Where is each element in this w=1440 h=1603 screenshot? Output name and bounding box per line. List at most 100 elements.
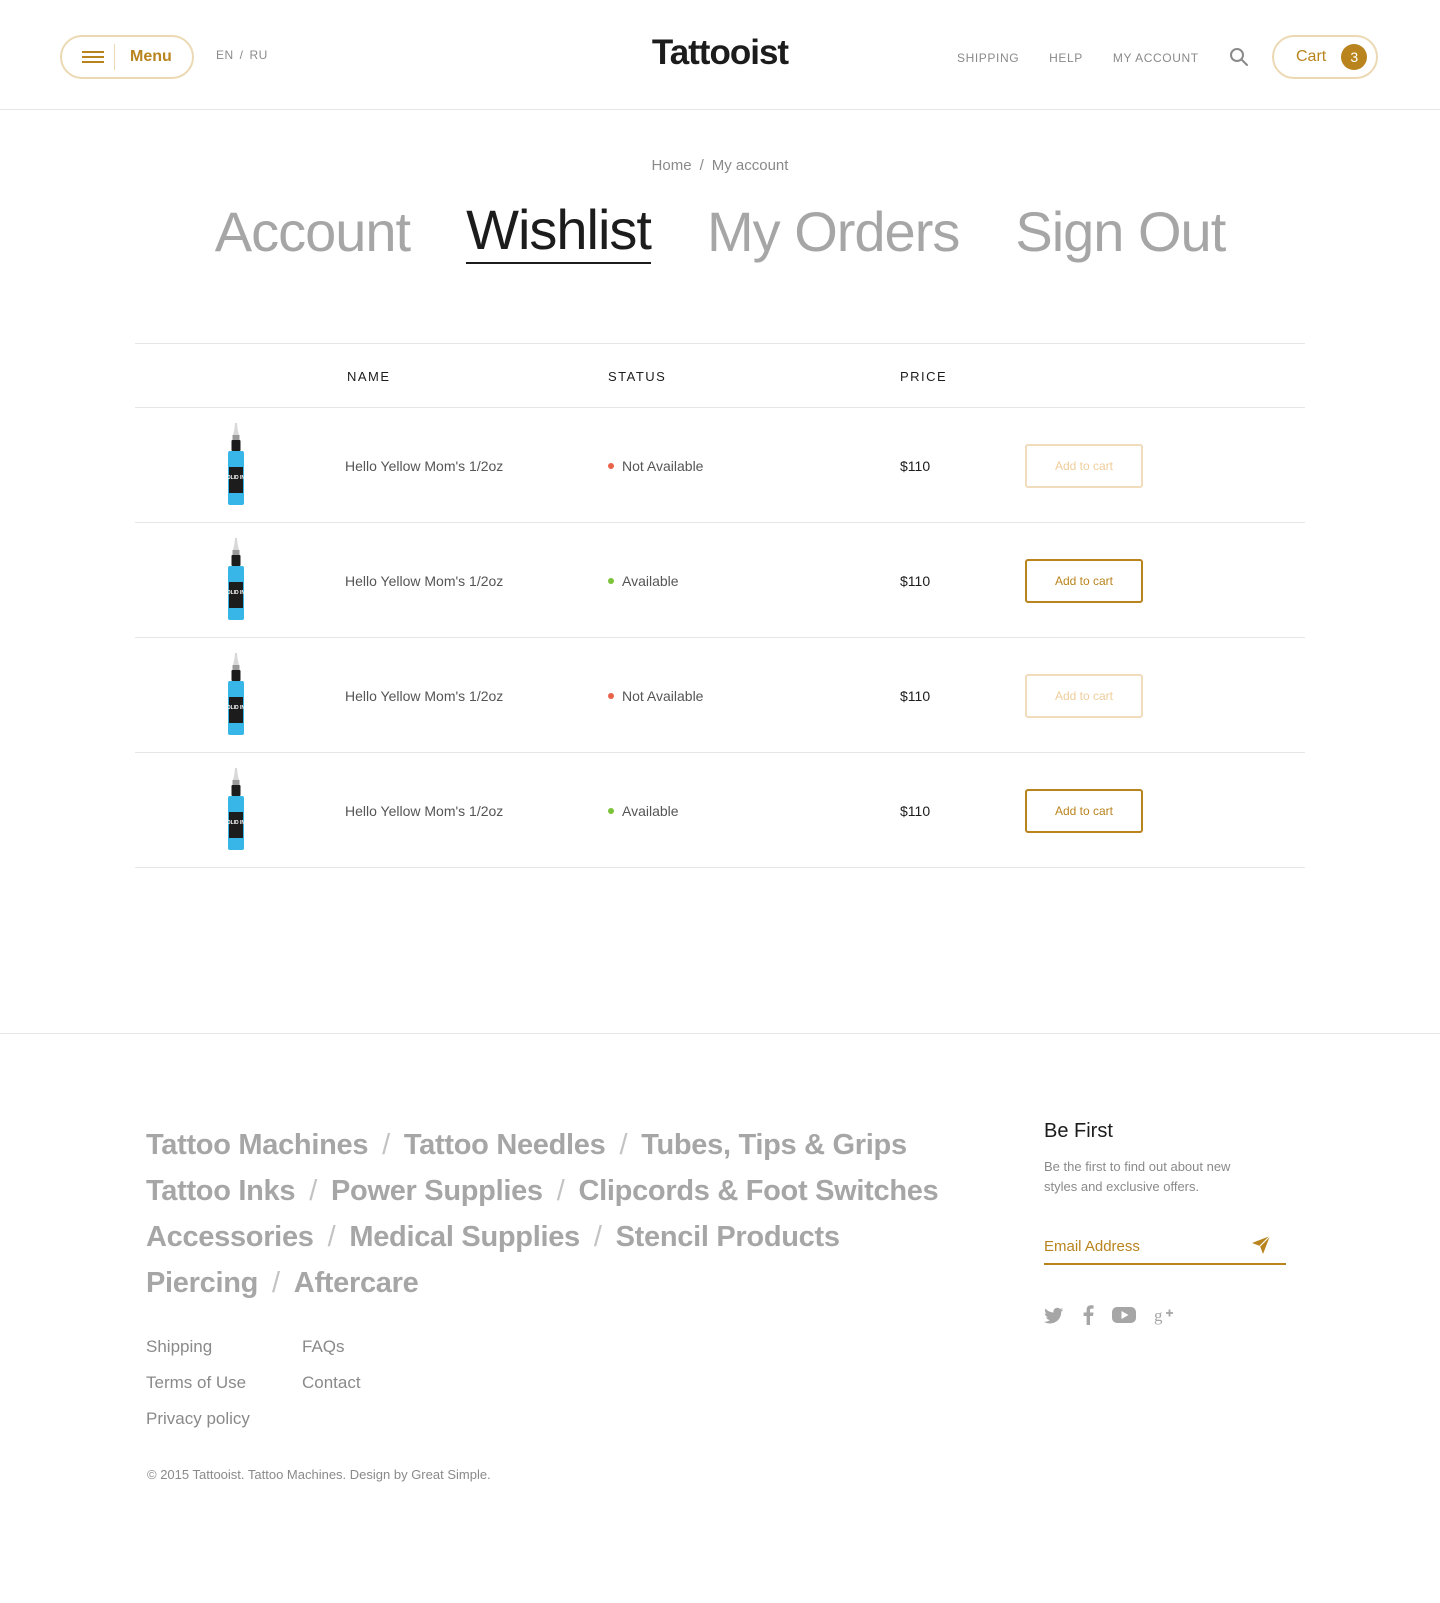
youtube-icon[interactable] xyxy=(1112,1305,1136,1325)
site-logo[interactable]: Tattooist xyxy=(0,33,1440,73)
top-nav: SHIPPING HELP MY ACCOUNT xyxy=(957,51,1199,65)
product-price: $110 xyxy=(900,803,931,819)
product-image[interactable]: SOLID INK xyxy=(225,538,247,622)
category-link[interactable]: Tattoo Machines xyxy=(146,1129,368,1161)
status-text: Available xyxy=(622,573,679,589)
category-link[interactable]: Accessories xyxy=(146,1221,314,1253)
column-header-price: PRICE xyxy=(900,369,948,384)
product-status: Not Available xyxy=(608,688,703,704)
product-status: Available xyxy=(608,573,679,589)
category-link[interactable]: Clipcords & Foot Switches xyxy=(579,1175,939,1207)
product-image-label: SOLID INK xyxy=(225,475,247,481)
cart-label: Cart xyxy=(1296,48,1327,65)
status-text: Not Available xyxy=(622,458,704,474)
category-separator: / xyxy=(272,1267,280,1299)
footer-contact-link[interactable]: Contact xyxy=(302,1373,361,1393)
cart-button[interactable]: Cart 3 xyxy=(1272,35,1378,79)
footer-terms-link[interactable]: Terms of Use xyxy=(146,1373,246,1393)
twitter-icon[interactable] xyxy=(1044,1305,1064,1325)
nav-my-account-link[interactable]: MY ACCOUNT xyxy=(1113,51,1199,65)
wishlist-table: NAME STATUS PRICE SOLID INK Hello Yellow … xyxy=(135,343,1305,868)
product-image-label: SOLID INK xyxy=(225,590,247,596)
product-image-label: SOLID INK xyxy=(225,705,247,711)
status-text: Available xyxy=(622,803,679,819)
category-line: Piercing / Aftercare xyxy=(146,1260,946,1306)
category-line: Accessories / Medical Supplies / Stencil Pro… xyxy=(146,1214,946,1260)
product-name[interactable]: Hello Yellow Mom's 1/2oz xyxy=(345,688,503,704)
category-link[interactable]: Tubes, Tips & Grips xyxy=(641,1129,907,1161)
product-price: $110 xyxy=(900,573,931,589)
google-plus-icon[interactable]: g xyxy=(1154,1305,1176,1325)
category-link[interactable]: Tattoo Inks xyxy=(146,1175,296,1207)
category-link[interactable]: Stencil Products xyxy=(616,1221,840,1253)
category-line: Tattoo Machines / Tattoo Needles / Tubes, Ti… xyxy=(146,1122,946,1168)
column-header-name: NAME xyxy=(347,369,391,384)
category-separator: / xyxy=(327,1221,336,1253)
category-separator: / xyxy=(619,1129,628,1161)
tab-sign-out[interactable]: Sign Out xyxy=(1015,200,1226,264)
add-to-cart-button[interactable]: Add to cart xyxy=(1025,444,1143,488)
footer-privacy-link[interactable]: Privacy policy xyxy=(146,1409,250,1429)
product-image[interactable]: SOLID INK xyxy=(225,768,247,852)
copyright-text: © 2015 Tattooist. Tattoo Machines. Desig… xyxy=(147,1467,491,1482)
breadcrumb: Home / My account xyxy=(651,157,789,174)
product-name[interactable]: Hello Yellow Mom's 1/2oz xyxy=(345,803,503,819)
category-separator: / xyxy=(556,1175,565,1207)
email-input[interactable] xyxy=(1044,1233,1244,1259)
product-price: $110 xyxy=(900,688,931,704)
table-row: SOLID INK Hello Yellow Mom's 1/2oz Availab… xyxy=(135,523,1305,638)
product-status: Not Available xyxy=(608,458,703,474)
footer-faqs-link[interactable]: FAQs xyxy=(302,1337,345,1357)
column-header-status: STATUS xyxy=(608,369,667,384)
newsletter-description: Be the first to find out about new style… xyxy=(1044,1159,1231,1194)
category-link[interactable]: Aftercare xyxy=(294,1267,419,1299)
site-header: Menu EN / RU Tattooist SHIPPING HELP MY AC… xyxy=(0,0,1440,110)
cart-count-badge: 3 xyxy=(1341,44,1368,70)
add-to-cart-button[interactable]: Add to cart xyxy=(1025,559,1143,603)
category-link[interactable]: Medical Supplies xyxy=(349,1221,580,1253)
site-footer: Tattoo Machines / Tattoo Needles / Tubes, Ti… xyxy=(0,1033,1440,1603)
social-links: g xyxy=(1044,1305,1194,1325)
category-link[interactable]: Tattoo Needles xyxy=(404,1129,606,1161)
footer-categories: Tattoo Machines / Tattoo Needles / Tubes, Ti… xyxy=(146,1122,946,1306)
tab-account[interactable]: Account xyxy=(215,200,411,264)
newsletter-signup: Be First Be the first to find out about … xyxy=(1044,1120,1286,1265)
category-separator: / xyxy=(593,1221,602,1253)
send-icon[interactable] xyxy=(1250,1234,1272,1256)
table-header: NAME STATUS PRICE xyxy=(135,344,1305,408)
breadcrumb-home-link[interactable]: Home xyxy=(652,157,692,174)
facebook-icon[interactable] xyxy=(1082,1305,1094,1325)
category-link[interactable]: Piercing xyxy=(146,1267,258,1299)
table-row: SOLID INK Hello Yellow Mom's 1/2oz Not Ava… xyxy=(135,638,1305,753)
status-dot-icon xyxy=(608,463,614,469)
status-dot-icon xyxy=(608,693,614,699)
search-icon[interactable] xyxy=(1229,47,1249,67)
product-image[interactable]: SOLID INK xyxy=(225,423,247,507)
status-dot-icon xyxy=(608,578,614,584)
product-name[interactable]: Hello Yellow Mom's 1/2oz xyxy=(345,458,503,474)
product-status: Available xyxy=(608,803,679,819)
product-price: $110 xyxy=(900,458,931,474)
category-separator: / xyxy=(309,1175,317,1207)
nav-help-link[interactable]: HELP xyxy=(1049,51,1083,65)
tab-wishlist[interactable]: Wishlist xyxy=(466,200,652,264)
status-dot-icon xyxy=(608,808,614,814)
breadcrumb-current: My account xyxy=(711,157,789,174)
table-row: SOLID INK Hello Yellow Mom's 1/2oz Availab… xyxy=(135,753,1305,868)
nav-shipping-link[interactable]: SHIPPING xyxy=(957,51,1019,65)
status-text: Not Available xyxy=(622,688,704,704)
product-name[interactable]: Hello Yellow Mom's 1/2oz xyxy=(345,573,503,589)
svg-text:g: g xyxy=(1154,1306,1163,1325)
account-tabs: Account Wishlist My Orders Sign Out xyxy=(0,200,1440,264)
table-row: SOLID INK Hello Yellow Mom's 1/2oz Not Ava… xyxy=(135,408,1305,523)
category-link[interactable]: Power Supplies xyxy=(331,1175,543,1207)
category-separator: / xyxy=(382,1129,390,1161)
newsletter-title: Be First xyxy=(1044,1120,1113,1142)
tab-my-orders[interactable]: My Orders xyxy=(707,200,960,264)
footer-shipping-link[interactable]: Shipping xyxy=(146,1337,212,1357)
product-image-label: SOLID INK xyxy=(225,820,247,826)
add-to-cart-button[interactable]: Add to cart xyxy=(1025,789,1143,833)
email-field-wrapper xyxy=(1044,1229,1286,1265)
product-image[interactable]: SOLID INK xyxy=(225,653,247,737)
add-to-cart-button[interactable]: Add to cart xyxy=(1025,674,1143,718)
